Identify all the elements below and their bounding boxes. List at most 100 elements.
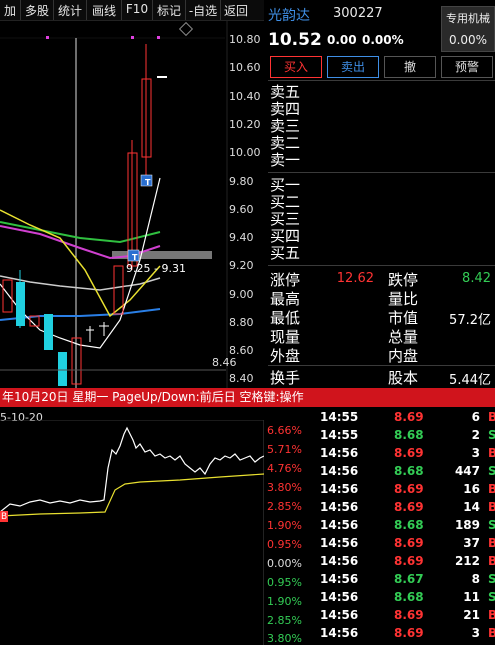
tick-side: S bbox=[488, 590, 495, 604]
axis-label: 9.20 bbox=[229, 259, 254, 272]
tick-side: S bbox=[488, 572, 495, 586]
pct-label: 3.80% bbox=[267, 632, 302, 645]
tick-time: 14:56 bbox=[320, 590, 359, 604]
pct-label: 2.85% bbox=[267, 500, 302, 513]
tick-vol: 21 bbox=[463, 608, 480, 622]
stock-name: 光韵达 bbox=[268, 8, 310, 24]
toolbar-multi-stock[interactable]: 多股 bbox=[21, 0, 54, 20]
toolbar-f10[interactable]: F10 bbox=[122, 0, 153, 20]
price-change-pct: 0.00% bbox=[362, 33, 404, 47]
total-volume-label: 总量 bbox=[388, 328, 419, 346]
bid-5: 买五 bbox=[270, 244, 301, 262]
tick-price: 8.69 bbox=[394, 608, 424, 622]
tick-time: 14:56 bbox=[320, 608, 359, 622]
kline-chart[interactable] bbox=[0, 20, 264, 388]
pct-label: 2.85% bbox=[267, 614, 302, 627]
cancel-button[interactable]: 撤 bbox=[384, 56, 436, 78]
tick-price: 8.69 bbox=[394, 536, 424, 550]
inner-volume-label: 内盘 bbox=[388, 347, 419, 365]
ask-1: 卖一 bbox=[270, 151, 301, 169]
limit-down-value: 8.42 bbox=[462, 271, 491, 286]
toolbar-stats[interactable]: 统计 bbox=[54, 0, 87, 20]
axis-label: 10.60 bbox=[229, 61, 261, 74]
share-capital-label: 股本 bbox=[388, 369, 419, 387]
tick-side: S bbox=[488, 518, 495, 532]
tick-row: 14:56 8.69 212 B bbox=[320, 554, 495, 572]
ask-2: 卖二 bbox=[270, 134, 301, 152]
toolbar-draw[interactable]: 画线 bbox=[87, 0, 122, 20]
axis-label: 10.20 bbox=[229, 118, 261, 131]
pct-label: 0.95% bbox=[267, 538, 302, 551]
tick-price: 8.69 bbox=[394, 482, 424, 496]
tick-row: 14:56 8.69 3 B bbox=[320, 446, 495, 464]
tick-price: 8.68 bbox=[394, 428, 424, 442]
limit-down-label: 跌停 bbox=[388, 271, 419, 289]
tick-price: 8.67 bbox=[394, 572, 424, 586]
buy-button[interactable]: 买入 bbox=[270, 56, 322, 78]
tick-price: 8.68 bbox=[394, 590, 424, 604]
axis-label: 10.80 bbox=[229, 33, 261, 46]
tick-time: 14:56 bbox=[320, 482, 359, 496]
tick-vol: 3 bbox=[471, 446, 480, 460]
axis-label: 9.00 bbox=[229, 288, 254, 301]
range-annotation: 9.25 - 9.31 bbox=[126, 262, 186, 275]
sector-button[interactable]: 专用机械 0.00% bbox=[441, 6, 495, 52]
low-price-label: 8.46 bbox=[212, 356, 237, 369]
sell-button[interactable]: 卖出 bbox=[327, 56, 379, 78]
price-change: 0.00 bbox=[327, 33, 357, 47]
axis-label: 10.40 bbox=[229, 90, 261, 103]
tick-side: B bbox=[488, 626, 495, 640]
tick-time: 14:55 bbox=[320, 428, 359, 442]
limit-up-label: 涨停 bbox=[270, 271, 301, 289]
pct-label: 4.76% bbox=[267, 462, 302, 475]
intraday-chart[interactable] bbox=[0, 420, 264, 645]
tick-time: 14:56 bbox=[320, 554, 359, 568]
tick-row: 14:56 8.69 3 B bbox=[320, 626, 495, 644]
tick-row: 14:56 8.69 21 B bbox=[320, 608, 495, 626]
tick-time: 14:56 bbox=[320, 626, 359, 640]
toolbar-back[interactable]: 返回 bbox=[221, 0, 251, 20]
ask-4: 卖四 bbox=[270, 100, 301, 118]
toolbar-watchlist[interactable]: -自选 bbox=[186, 0, 221, 20]
alert-button[interactable]: 预警 bbox=[441, 56, 493, 78]
axis-label: 10.00 bbox=[229, 146, 261, 159]
tick-side: S bbox=[488, 464, 495, 478]
bid-4: 买四 bbox=[270, 227, 301, 245]
tick-vol: 11 bbox=[463, 590, 480, 604]
toolbar-add[interactable]: 加 bbox=[0, 0, 21, 20]
toolbar: 加 多股 统计 画线 F10 标记 -自选 返回 bbox=[0, 0, 264, 21]
tick-price: 8.69 bbox=[394, 554, 424, 568]
sector-label: 专用机械 bbox=[446, 12, 490, 25]
tick-vol: 8 bbox=[471, 572, 480, 586]
axis-label: 8.40 bbox=[229, 372, 254, 385]
tick-vol: 2 bbox=[471, 428, 480, 442]
tick-vol: 14 bbox=[463, 500, 480, 514]
tick-side: B bbox=[488, 410, 495, 424]
tick-price: 8.69 bbox=[394, 410, 424, 424]
tick-row: 14:56 8.69 37 B bbox=[320, 536, 495, 554]
tick-price: 8.69 bbox=[394, 500, 424, 514]
tick-price: 8.68 bbox=[394, 464, 424, 478]
bid-2: 买二 bbox=[270, 193, 301, 211]
axis-label: 9.60 bbox=[229, 203, 254, 216]
t-marker-label-2: T bbox=[132, 253, 138, 262]
tick-row: 14:56 8.67 8 S bbox=[320, 572, 495, 590]
tick-row: 14:55 8.68 2 S bbox=[320, 428, 495, 446]
outer-volume-label: 外盘 bbox=[270, 347, 301, 365]
tick-row: 14:56 8.68 11 S bbox=[320, 590, 495, 608]
toolbar-mark[interactable]: 标记 bbox=[153, 0, 186, 20]
tick-time: 14:56 bbox=[320, 500, 359, 514]
tick-time: 14:56 bbox=[320, 446, 359, 460]
tick-time: 14:55 bbox=[320, 410, 359, 424]
tick-time: 14:56 bbox=[320, 464, 359, 478]
tick-row: 14:56 8.68 447 S bbox=[320, 464, 495, 482]
tick-side: B bbox=[488, 608, 495, 622]
bid-3: 买三 bbox=[270, 210, 301, 228]
axis-label: 9.80 bbox=[229, 175, 254, 188]
limit-up-value: 12.62 bbox=[336, 271, 374, 286]
status-bar: 年10月20日 星期一 PageUp/Down:前后日 空格键:操作 bbox=[0, 388, 495, 407]
tick-side: B bbox=[488, 536, 495, 550]
tick-side: B bbox=[488, 482, 495, 496]
current-price: 10.52 bbox=[268, 30, 322, 50]
pct-label: 0.00% bbox=[267, 557, 302, 570]
